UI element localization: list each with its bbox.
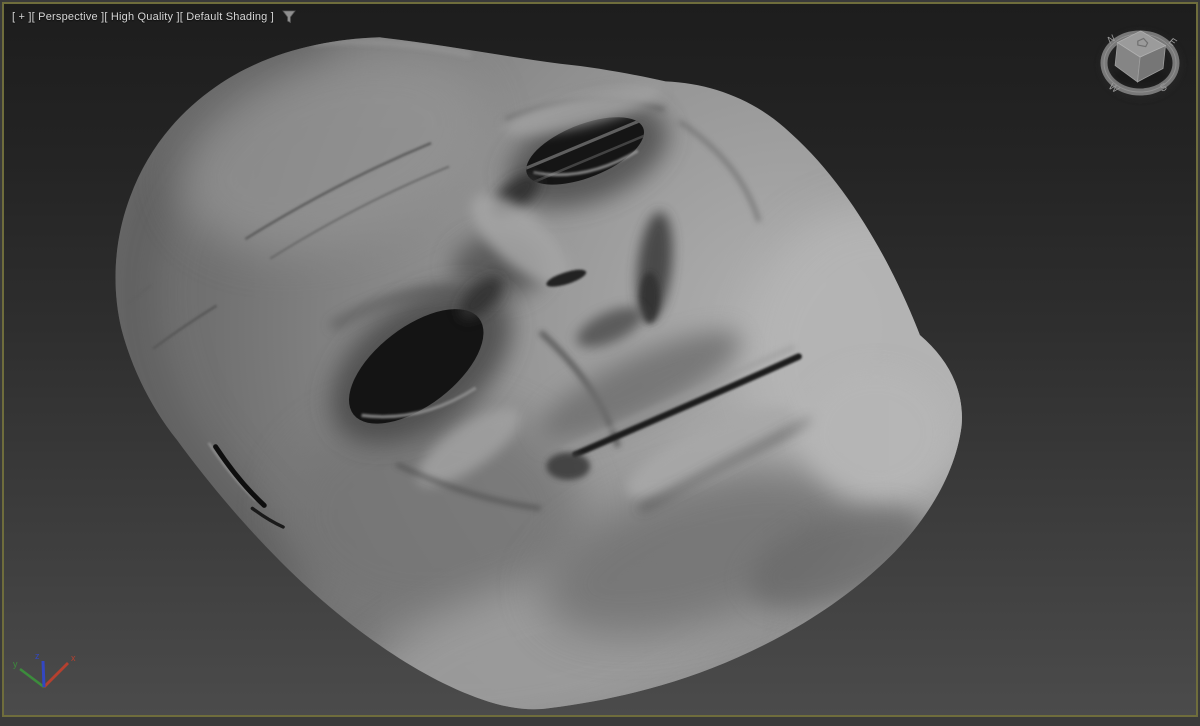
viewport-menu-quality[interactable]: [ High Quality ] xyxy=(104,11,179,23)
viewport-menu-pov[interactable]: [ Perspective ] xyxy=(32,11,105,23)
viewcube[interactable]: N E S W xyxy=(1092,18,1192,110)
viewport-menu-shading[interactable]: [ Default Shading ] xyxy=(180,11,274,23)
perspective-viewport[interactable]: [ + ][ Perspective ][ High Quality ][ De… xyxy=(2,2,1198,717)
viewport-label-bar: [ + ][ Perspective ][ High Quality ][ De… xyxy=(12,9,296,24)
viewport-3d-canvas[interactable] xyxy=(4,4,1196,715)
viewport-menu-general[interactable]: [ + ] xyxy=(12,11,32,23)
axis-y-line xyxy=(19,667,45,689)
face-mask-model[interactable] xyxy=(115,14,1012,715)
axis-x-label: x xyxy=(71,653,76,663)
axis-y-label: y xyxy=(13,659,18,669)
axis-z-label: z xyxy=(35,651,40,661)
filter-funnel-icon[interactable] xyxy=(282,10,296,24)
axis-x-line xyxy=(43,662,69,688)
world-axis-gizmo: y x z xyxy=(13,651,76,689)
axis-z-line xyxy=(41,660,46,688)
